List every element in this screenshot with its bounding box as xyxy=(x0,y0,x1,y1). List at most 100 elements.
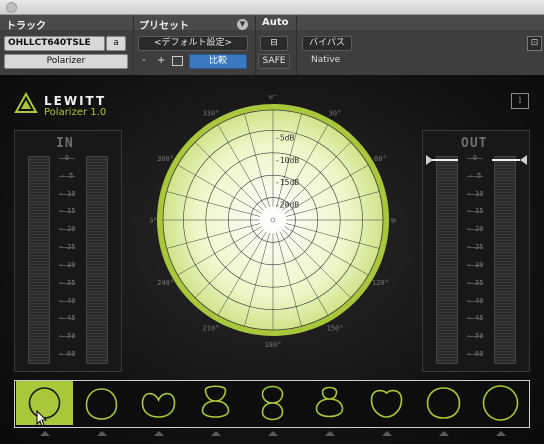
track-section-label: トラック xyxy=(6,21,46,32)
meter-scale-tick xyxy=(467,158,483,159)
pattern-indicator-arrow xyxy=(210,431,221,436)
menu-icon: ⊡ xyxy=(530,38,539,48)
pattern-indicator-arrow xyxy=(381,431,392,436)
preset-menu-button[interactable]: ▼ xyxy=(237,19,248,30)
track-selector[interactable]: OHLLCT640TSLE xyxy=(4,36,105,51)
window-title-bar xyxy=(0,0,544,15)
pattern-indicator-arrow xyxy=(324,431,335,436)
mouse-cursor-icon xyxy=(36,410,48,427)
output-gain-handle-right-icon[interactable] xyxy=(520,155,527,165)
polar-angle-label: 60° xyxy=(374,155,387,163)
plugin-insert-selector[interactable]: Polarizer xyxy=(4,54,128,69)
polar-angle-label: 240° xyxy=(157,279,174,287)
safe-button[interactable]: SAFE xyxy=(258,54,290,69)
input-meter-right xyxy=(86,156,108,364)
header-divider xyxy=(255,15,256,75)
pattern-shape xyxy=(201,385,230,418)
meter-scale-tick xyxy=(467,175,483,177)
polar-angle-label: 150° xyxy=(327,324,344,332)
header-divider xyxy=(296,15,297,75)
preset-section-label: プリセット xyxy=(139,21,189,32)
compare-button[interactable]: 比較 xyxy=(189,54,247,69)
polar-db-label: -15dB xyxy=(275,178,299,187)
meter-scale-tick xyxy=(59,229,75,231)
meter-scale-tick xyxy=(59,318,75,320)
pattern-supercardioid-rear-icon[interactable] xyxy=(315,386,344,418)
meter-scale-tick xyxy=(59,175,75,177)
output-gain-handle-left-icon[interactable] xyxy=(426,155,433,165)
meter-scale-tick xyxy=(59,336,75,338)
lewitt-logo-icon xyxy=(14,92,38,113)
brand-name: LEWITT xyxy=(44,94,107,108)
meter-scale-tick xyxy=(467,264,483,266)
pattern-indicator-arrow xyxy=(96,431,107,436)
meter-scale-tick xyxy=(59,158,75,159)
meter-scale-tick xyxy=(59,264,75,266)
plugin-window-menu-button[interactable]: ⊡ xyxy=(527,36,542,51)
output-meter-title: OUT xyxy=(461,136,488,151)
polar-angle-label: 120° xyxy=(372,279,389,287)
info-button[interactable]: i xyxy=(511,93,529,109)
meter-scale-tick xyxy=(467,211,483,213)
polar-angle-label: 300° xyxy=(157,155,174,163)
meter-scale-tick xyxy=(467,247,483,249)
pattern-shape xyxy=(426,387,461,419)
pattern-wide-cardioid-rear-icon[interactable] xyxy=(426,387,461,419)
automation-icon: ⊟ xyxy=(270,38,278,48)
meter-scale-tick xyxy=(467,354,483,355)
next-preset-button[interactable]: + xyxy=(157,55,165,66)
meter-scale-tick xyxy=(59,193,75,195)
host-header: トラック プリセット ▼ Auto OHLLCT640TSLE a Polari… xyxy=(0,15,544,75)
meter-scale-tick xyxy=(467,318,483,320)
pattern-indicator-arrow xyxy=(267,431,278,436)
automation-section-label: Auto xyxy=(262,17,289,28)
preset-selector[interactable]: <デフォルト設定> xyxy=(138,36,248,51)
pattern-shape xyxy=(85,388,118,420)
polar-angle-label: 270° xyxy=(150,217,157,225)
pattern-indicator-arrow xyxy=(495,431,506,436)
native-label: Native xyxy=(311,55,341,65)
meter-scale-tick xyxy=(467,282,483,284)
close-window-button[interactable] xyxy=(6,2,17,13)
pattern-supercardioid-icon[interactable] xyxy=(201,385,230,418)
pattern-indicator-arrow xyxy=(39,431,50,436)
pattern-wide-cardioid-icon[interactable] xyxy=(85,388,118,420)
polar-db-label: -10dB xyxy=(275,156,299,165)
meter-scale-tick xyxy=(59,211,75,213)
bypass-button[interactable]: バイパス xyxy=(302,36,352,51)
pattern-cardioid-icon[interactable] xyxy=(141,392,176,418)
meter-scale-tick xyxy=(467,336,483,338)
output-gain-slider-right[interactable] xyxy=(492,159,520,161)
pattern-shape xyxy=(315,386,344,418)
output-meter-left xyxy=(436,156,458,364)
pattern-indicator-arrow xyxy=(153,431,164,436)
polar-angle-label: 210° xyxy=(203,324,220,332)
meter-scale-tick xyxy=(467,300,483,302)
pattern-cardioid-rear-icon[interactable] xyxy=(370,389,403,418)
pattern-shape xyxy=(141,392,176,418)
pattern-figure-8-icon[interactable] xyxy=(261,385,284,421)
product-name: Polarizer 1.0 xyxy=(44,107,107,118)
copy-settings-icon[interactable] xyxy=(172,56,183,66)
output-meter-right xyxy=(494,156,516,364)
meter-scale-tick xyxy=(59,247,75,249)
polar-angle-label: 330° xyxy=(203,110,220,118)
previous-preset-button[interactable]: - xyxy=(142,55,146,66)
pattern-shape xyxy=(370,389,403,418)
pattern-shape xyxy=(482,385,519,421)
polar-angle-label: 0° xyxy=(269,95,277,101)
polar-db-label: -20dB xyxy=(275,201,299,210)
polar-angle-label: 180° xyxy=(265,341,282,349)
chevron-down-icon: ▼ xyxy=(239,20,246,28)
track-channel-selector[interactable]: a xyxy=(106,36,126,51)
polar-pattern-display: 0° 30° 60° 90° 120° 150° 180° 210° 240° 270° 300° 3… xyxy=(150,95,396,349)
pattern-indicator-arrow xyxy=(438,431,449,436)
output-gain-slider-left[interactable] xyxy=(430,159,458,161)
polar-db-label: -5dB xyxy=(275,133,294,142)
pattern-omni-large-icon[interactable] xyxy=(482,385,519,421)
input-meter-left xyxy=(28,156,50,364)
meter-scale-tick xyxy=(467,193,483,195)
meter-scale-tick xyxy=(59,282,75,284)
automation-button[interactable]: ⊟ xyxy=(260,36,288,51)
input-meter-title: IN xyxy=(56,136,74,151)
